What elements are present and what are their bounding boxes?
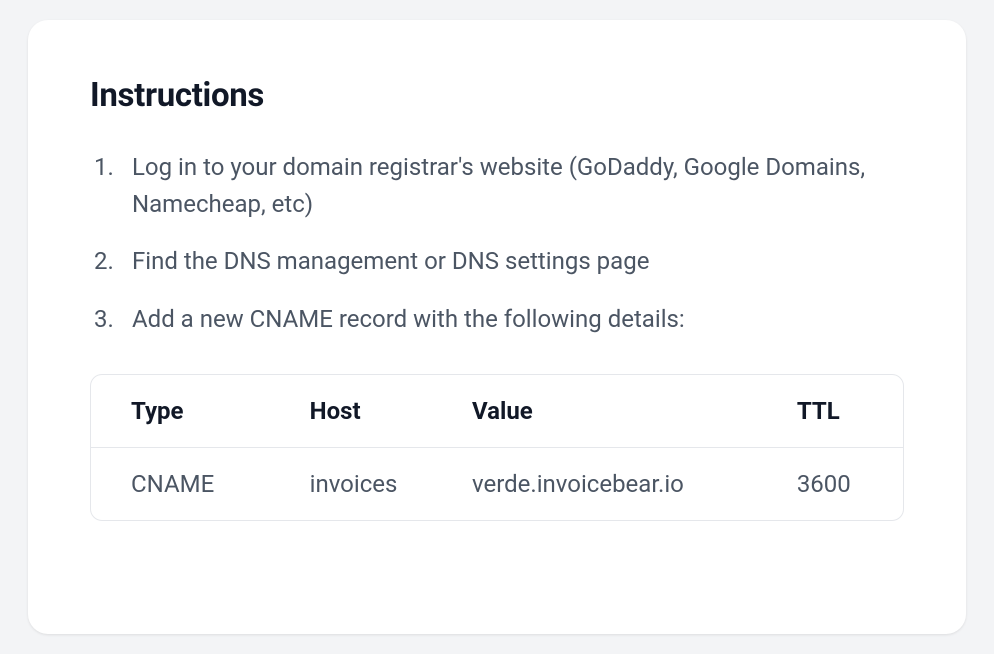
header-ttl: TTL <box>757 375 903 448</box>
cell-value: verde.invoicebear.io <box>432 448 757 520</box>
step-item: Find the DNS management or DNS settings … <box>94 243 904 280</box>
step-item: Log in to your domain registrar's websit… <box>94 149 904 223</box>
step-item: Add a new CNAME record with the followin… <box>94 301 904 338</box>
cell-host: invoices <box>270 448 432 520</box>
table-header-row: Type Host Value TTL <box>91 375 903 448</box>
cell-type: CNAME <box>91 448 270 520</box>
table-row: CNAME invoices verde.invoicebear.io 3600 <box>91 448 903 520</box>
cell-ttl: 3600 <box>757 448 903 520</box>
instructions-steps: Log in to your domain registrar's websit… <box>90 149 904 338</box>
dns-record-table: Type Host Value TTL CNAME invoices verde… <box>90 374 904 521</box>
header-value: Value <box>432 375 757 448</box>
header-type: Type <box>91 375 270 448</box>
instructions-card: Instructions Log in to your domain regis… <box>28 20 966 634</box>
instructions-title: Instructions <box>90 76 904 115</box>
header-host: Host <box>270 375 432 448</box>
